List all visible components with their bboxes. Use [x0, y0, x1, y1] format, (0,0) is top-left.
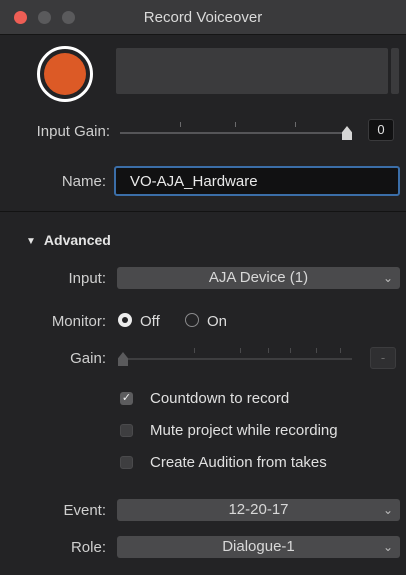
advanced-label: Advanced	[43, 232, 111, 248]
checkmark-icon: ✓	[121, 392, 132, 404]
slider-thumb[interactable]	[118, 352, 128, 366]
gain-value[interactable]: -	[370, 347, 396, 369]
role-label: Role:	[70, 539, 106, 556]
mute-project-checkbox[interactable]	[120, 424, 133, 437]
divider	[0, 211, 406, 212]
event-popup-value: 12-20-17	[228, 501, 289, 518]
countdown-label: Countdown to record	[150, 390, 290, 407]
slider-tick	[340, 348, 341, 353]
record-voiceover-window: Record Voiceover Input Gain: 0 Name: ▼ Ad…	[0, 0, 406, 575]
role-popup-value: Dialogue-1	[222, 538, 295, 555]
input-gain-label: Input Gain:	[36, 123, 110, 140]
monitor-label: Monitor:	[51, 313, 106, 330]
event-label: Event:	[63, 502, 106, 519]
mute-project-label: Mute project while recording	[150, 422, 338, 439]
chevron-down-icon: ⌄	[382, 271, 393, 285]
input-gain-slider[interactable]	[120, 120, 352, 144]
monitor-on-label: On	[207, 313, 228, 330]
slider-tick	[180, 122, 181, 127]
title-bar: Record Voiceover	[0, 0, 406, 35]
record-button[interactable]	[37, 46, 93, 102]
input-label: Input:	[68, 270, 106, 287]
monitor-gain-slider[interactable]	[118, 346, 352, 370]
input-gain-value[interactable]: 0	[368, 119, 394, 141]
gain-label: Gain:	[70, 350, 106, 367]
slider-tick	[240, 348, 241, 353]
slider-tick	[295, 122, 296, 127]
slider-track	[118, 358, 352, 360]
slider-tick	[235, 122, 236, 127]
monitor-off-label: Off	[140, 313, 160, 330]
slider-tick	[268, 348, 269, 353]
record-icon	[44, 53, 86, 95]
slider-tick	[194, 348, 195, 353]
slider-tick	[316, 348, 317, 353]
monitor-on-radio[interactable]	[185, 313, 199, 327]
create-audition-label: Create Audition from takes	[150, 454, 327, 471]
create-audition-checkbox[interactable]	[120, 456, 133, 469]
audio-level-meter-peak	[391, 48, 399, 94]
slider-thumb[interactable]	[342, 126, 352, 140]
window-title: Record Voiceover	[143, 9, 263, 26]
slider-track	[120, 132, 352, 134]
input-popup[interactable]: AJA Device (1) ⌄	[117, 267, 400, 289]
chevron-down-icon: ⌄	[382, 503, 393, 517]
monitor-off-radio[interactable]	[118, 313, 132, 327]
disclosure-triangle-icon: ▼	[26, 236, 36, 247]
name-label: Name:	[61, 173, 106, 190]
chevron-down-icon: ⌄	[382, 540, 393, 554]
advanced-disclosure[interactable]: ▼ Advanced	[26, 232, 111, 248]
input-popup-value: AJA Device (1)	[208, 269, 309, 286]
audio-level-meter	[116, 48, 388, 94]
event-popup[interactable]: 12-20-17 ⌄	[117, 499, 400, 521]
role-popup[interactable]: Dialogue-1 ⌄	[117, 536, 400, 558]
countdown-checkbox[interactable]: ✓	[120, 392, 133, 405]
name-field[interactable]	[114, 166, 400, 196]
slider-tick	[290, 348, 291, 353]
